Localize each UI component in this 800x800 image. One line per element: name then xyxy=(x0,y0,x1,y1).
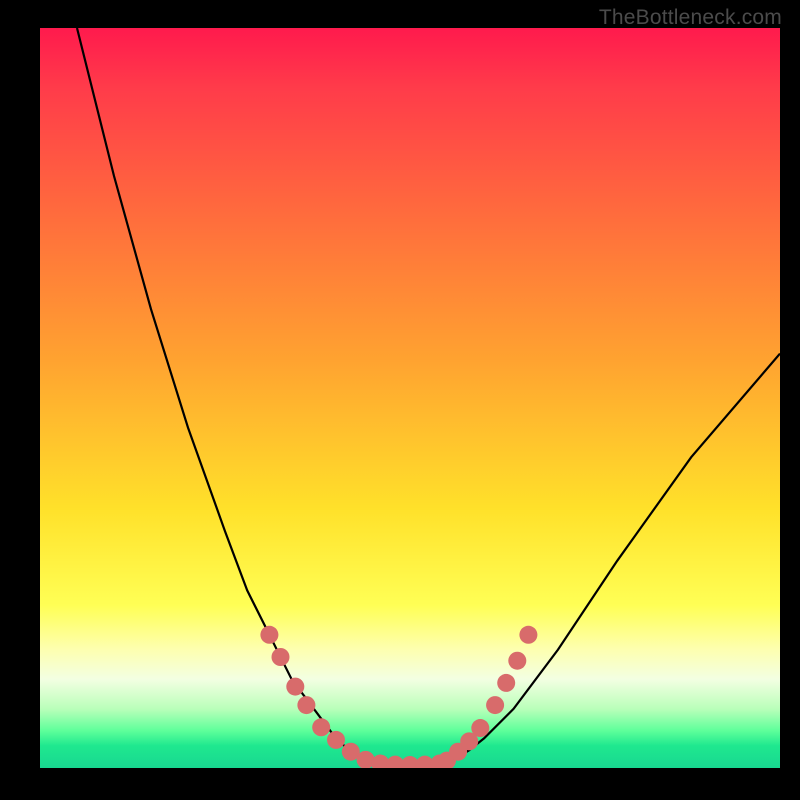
dot-left-0 xyxy=(260,626,278,644)
dot-left-5 xyxy=(327,731,345,749)
dot-right-3 xyxy=(471,719,489,737)
dot-right-5 xyxy=(497,674,515,692)
dot-left-2 xyxy=(286,678,304,696)
dot-right-6 xyxy=(508,652,526,670)
chart-frame: TheBottleneck.com xyxy=(0,0,800,800)
dot-left-3 xyxy=(297,696,315,714)
curve-left-curve xyxy=(77,28,380,764)
dot-left-4 xyxy=(312,718,330,736)
dot-right-7 xyxy=(519,626,537,644)
dot-right-4 xyxy=(486,696,504,714)
plot-area xyxy=(40,28,780,768)
watermark-text: TheBottleneck.com xyxy=(599,6,782,30)
curves-svg xyxy=(40,28,780,768)
dot-left-1 xyxy=(272,648,290,666)
